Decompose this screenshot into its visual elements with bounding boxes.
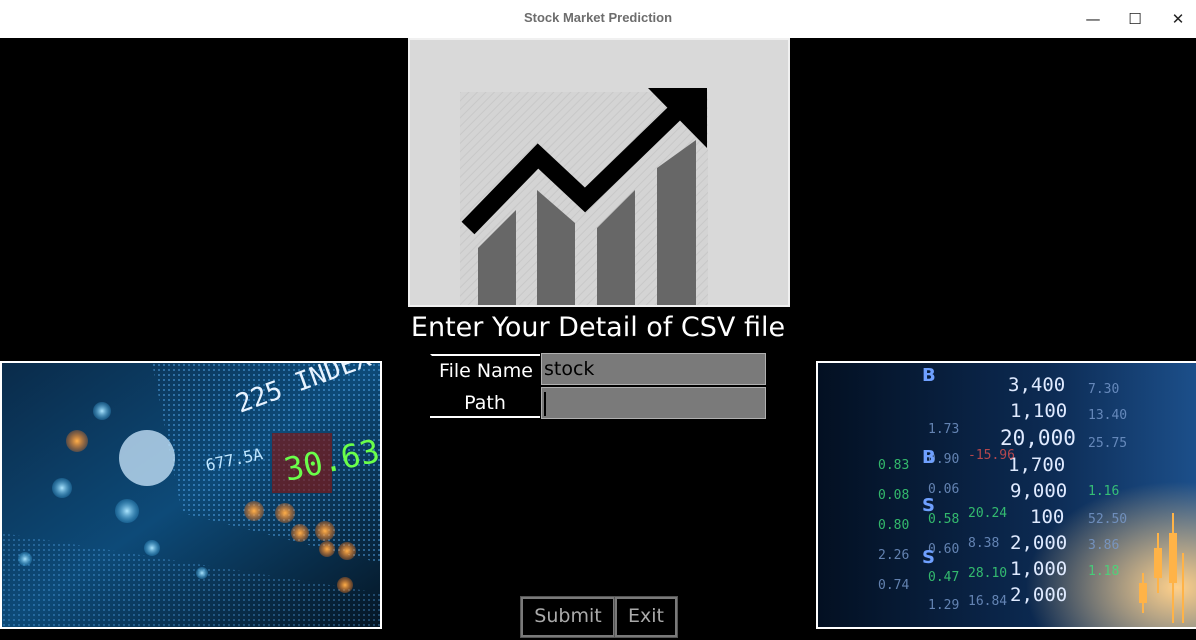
stock-index-photo: 225 INDEX 30.63 677.5A <box>0 361 382 629</box>
svg-text:0.83: 0.83 <box>878 458 909 473</box>
svg-text:0.47: 0.47 <box>928 570 959 585</box>
svg-text:S: S <box>922 547 935 568</box>
svg-text:25.75: 25.75 <box>1088 436 1127 451</box>
svg-text:13.40: 13.40 <box>1088 408 1127 423</box>
window-title: Stock Market Prediction <box>523 10 673 25</box>
exit-button[interactable]: Exit <box>614 596 678 638</box>
close-button[interactable]: ✕ <box>1168 9 1188 29</box>
ticker-value: 100 <box>1030 506 1064 528</box>
ticker-value: 1,000 <box>1010 558 1067 580</box>
stock-ticker-photo: 3,400 1,100 20,000 1,700 9,000 100 2,000… <box>816 361 1196 629</box>
ticker-value: 20,000 <box>1000 426 1076 450</box>
svg-text:16.84: 16.84 <box>968 594 1007 609</box>
svg-text:B: B <box>922 447 936 468</box>
svg-text:52.50: 52.50 <box>1088 512 1127 527</box>
window-titlebar: Stock Market Prediction — ☐ ✕ <box>0 0 1196 38</box>
growth-chart-arrow-icon <box>460 88 708 305</box>
svg-text:-15.96: -15.96 <box>968 448 1015 463</box>
svg-text:B: B <box>922 365 936 386</box>
path-label: Path <box>430 388 540 418</box>
svg-text:8.38: 8.38 <box>968 536 999 551</box>
svg-text:0.08: 0.08 <box>878 488 909 503</box>
ticker-value: 3,400 <box>1008 374 1065 396</box>
svg-text:1.16: 1.16 <box>1088 484 1119 499</box>
svg-text:3.86: 3.86 <box>1088 538 1119 553</box>
ticker-value: 1,700 <box>1008 454 1065 476</box>
ticker-value: 9,000 <box>1010 480 1067 502</box>
svg-text:2.26: 2.26 <box>878 548 909 563</box>
file-name-value: stock <box>544 358 595 380</box>
svg-text:0.80: 0.80 <box>878 518 909 533</box>
logo-image <box>408 38 790 307</box>
svg-text:28.10: 28.10 <box>968 566 1007 581</box>
svg-text:7.30: 7.30 <box>1088 382 1119 397</box>
svg-text:1.18: 1.18 <box>1088 564 1119 579</box>
svg-text:1.73: 1.73 <box>928 422 959 437</box>
svg-text:0.74: 0.74 <box>878 578 909 593</box>
text-cursor <box>544 391 546 416</box>
svg-text:S: S <box>922 495 935 516</box>
file-name-label: File Name <box>430 354 540 384</box>
svg-text:1.29: 1.29 <box>928 598 959 613</box>
file-name-input[interactable]: stock <box>541 353 766 385</box>
path-input[interactable] <box>541 387 766 419</box>
ticker-value: 2,000 <box>1010 532 1067 554</box>
ticker-value: 2,000 <box>1010 584 1067 606</box>
form-heading: Enter Your Detail of CSV file <box>410 312 786 343</box>
ticker-value: 1,100 <box>1010 400 1067 422</box>
submit-button[interactable]: Submit <box>520 596 616 638</box>
maximize-button[interactable]: ☐ <box>1125 9 1145 29</box>
minimize-button[interactable]: — <box>1083 9 1103 29</box>
svg-text:20.24: 20.24 <box>968 506 1007 521</box>
